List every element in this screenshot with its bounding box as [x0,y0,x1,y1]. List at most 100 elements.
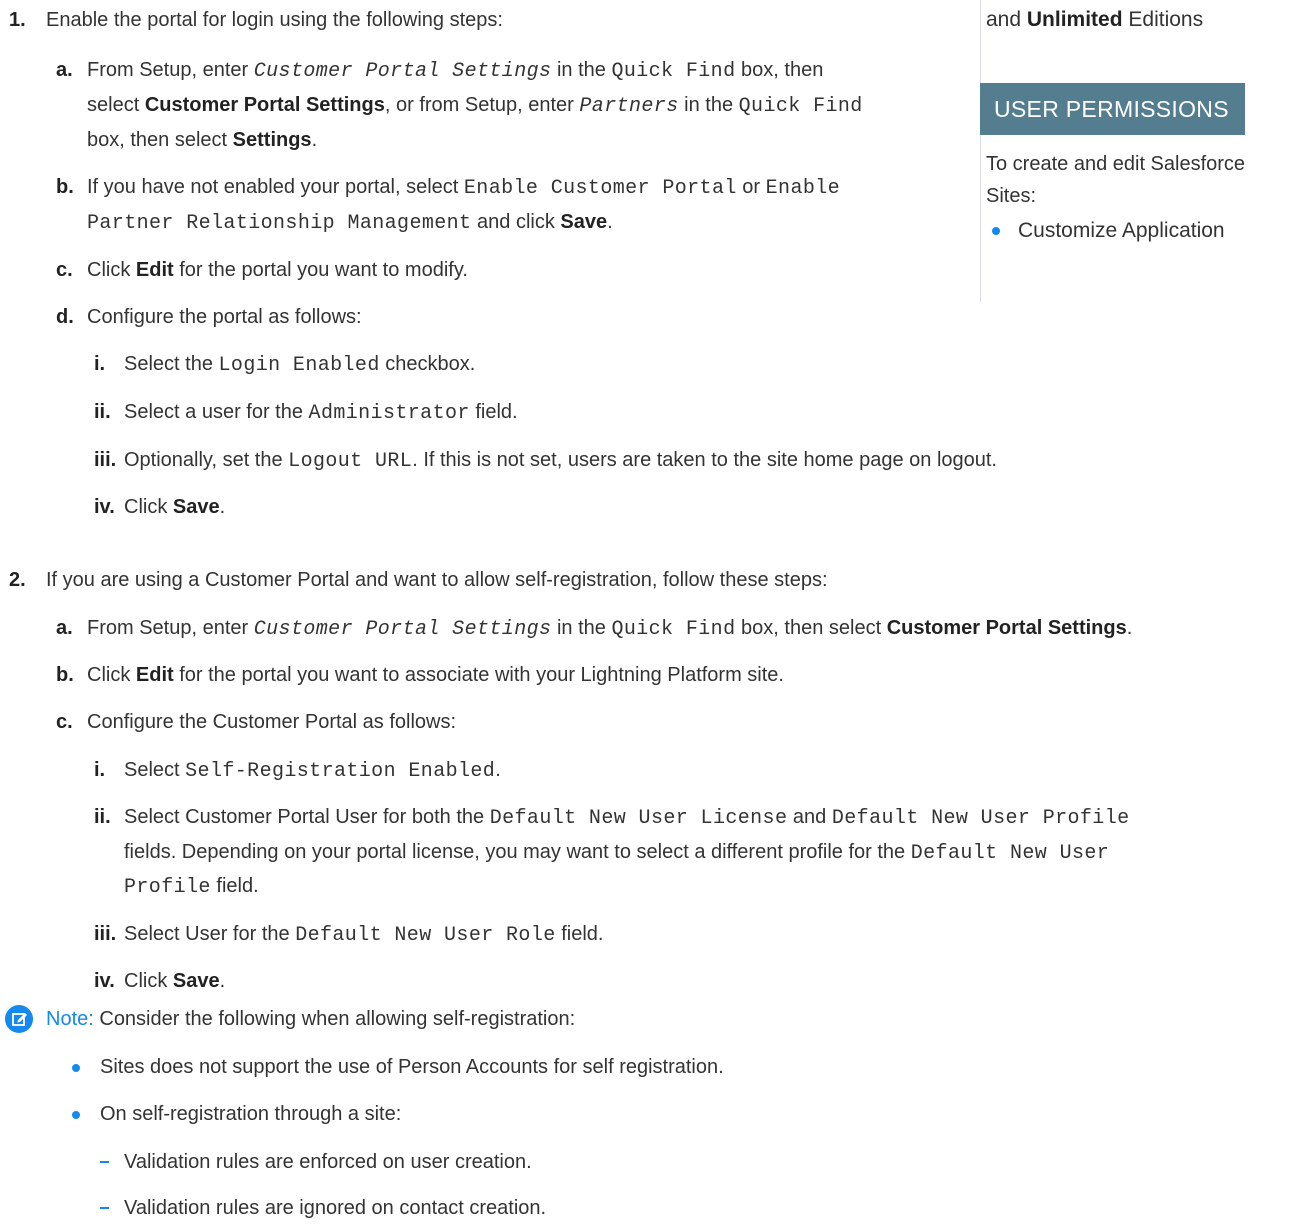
substep-letter: a. [56,617,73,639]
text: From Setup, enter [87,617,254,639]
text: . [607,211,613,233]
note-edit-glyph [12,1013,27,1026]
text: in the [551,59,612,81]
text: checkbox. [379,353,476,375]
roman-numeral: iii. [94,449,117,471]
menu-name: Settings [232,129,312,151]
substep-letter: b. [56,664,74,686]
bullet-icon [72,1064,80,1072]
text: Click [124,496,173,518]
text: Optionally, set the [124,449,289,471]
setting-name: Partners [579,95,679,118]
step2a-text: From Setup, enter Customer Portal Settin… [87,614,1132,644]
text: Click [87,664,136,686]
step1b-line1: If you have not enabled your portal, sel… [87,173,840,203]
step1b-line2: Partner Relationship Management and clic… [87,208,613,238]
step1c-text: Click Edit for the portal you want to mo… [87,256,468,284]
text: field. [469,401,518,423]
step2b-text: Click Edit for the portal you want to as… [87,661,784,689]
roman-numeral: iv. [94,496,115,518]
step1-intro: Enable the portal for login using the fo… [46,9,503,31]
permission-item: Customize Application [1018,219,1225,242]
substep-letter: d. [56,306,74,328]
step2c-i: Select Self-Registration Enabled. [124,756,501,786]
note-label: Note: [46,1008,94,1030]
user-permissions-heading: USER PERMISSIONS [980,83,1245,135]
text: . If this is not set, users are taken to… [412,449,997,471]
text: for the portal you want to associate wit… [173,664,784,686]
quick-find-name: Quick Find [611,60,736,83]
step2c-ii-line1: Select Customer Portal User for both the… [124,803,1130,833]
text: for the portal you want to modify. [173,259,468,281]
text: or [736,176,766,198]
permission-desc-line2: Sites: [986,185,1037,207]
roman-numeral: iv. [94,970,115,992]
substep-letter: c. [56,259,73,281]
text: box, then select [87,129,233,151]
field-name: Logout URL [288,450,413,473]
button-name: Save [172,496,220,518]
substep-letter: a. [56,59,73,81]
step2c-text: Configure the Customer Portal as follows… [87,711,457,733]
text: If you have not enabled your portal, sel… [87,176,464,198]
text: Click [87,259,136,281]
roman-numeral: i. [94,353,106,375]
note-sub-1: Validation rules are enforced on user cr… [124,1151,532,1173]
text: Select the [124,353,219,375]
step1a-line2: select Customer Portal Settings, or from… [87,91,863,121]
note-sub-2: Validation rules are ignored on contact … [124,1197,547,1219]
button-name: Save [172,970,220,992]
text: box, then [735,59,824,81]
text: . [1126,617,1133,639]
step-number: 1. [9,9,26,31]
step2c-iv: Click Save. [124,967,225,995]
step1d-iv: Click Save. [124,493,225,521]
text: Click [124,970,173,992]
text: Select [124,759,186,781]
note-intro: Note: Consider the following when allowi… [46,1005,575,1033]
text: field. [210,875,259,897]
roman-numeral: ii. [94,806,111,828]
roman-numeral: i. [94,759,106,781]
text: , or from Setup, enter [384,94,580,116]
text: and click [471,211,561,233]
text: in the [551,617,612,639]
text: box, then select [735,617,887,639]
editions-prefix: and [986,8,1027,31]
step1d-iii: Optionally, set the Logout URL. If this … [124,446,997,476]
sidebar-divider [980,0,981,302]
field-name: Partner Relationship Management [87,212,472,235]
setting-name: Customer Portal Settings [253,60,552,83]
editions-text: and Unlimited Editions [986,6,1203,34]
text: . [219,970,226,992]
editions-bold: Unlimited [1026,8,1123,31]
text: and [787,806,832,828]
permission-desc-line1: To create and edit Salesforce [986,153,1246,175]
field-name: Enable [765,177,841,200]
text: select [87,94,145,116]
editions-suffix: Editions [1122,8,1204,31]
text: fields. Depending on your portal license… [124,841,911,863]
button-name: Edit [135,664,174,686]
quick-find-name: Quick Find [611,618,736,641]
text: in the [678,94,739,116]
step1a-line1: From Setup, enter Customer Portal Settin… [87,56,823,86]
bullet-icon [72,1111,80,1119]
field-name: Enable Customer Portal [463,177,737,200]
note-bullet-1: Sites does not support the use of Person… [100,1056,724,1078]
step2c-ii-line2: fields. Depending on your portal license… [124,838,1109,868]
quick-find-name: Quick Find [738,95,863,118]
field-name: Login Enabled [218,354,380,377]
text: Select a user for the [124,401,309,423]
text: . [311,129,318,151]
field-name: Administrator [308,402,470,425]
roman-numeral: iii. [94,923,117,945]
field-name: Default New User Role [295,924,556,947]
menu-name: Customer Portal Settings [144,94,385,116]
menu-name: Customer Portal Settings [886,617,1127,639]
note-bullet-2: On self-registration through a site: [100,1103,402,1125]
field-name: Default New User [910,842,1110,865]
step-number: 2. [9,569,26,591]
field-name: Default New User License [489,807,788,830]
text: . [495,759,501,781]
